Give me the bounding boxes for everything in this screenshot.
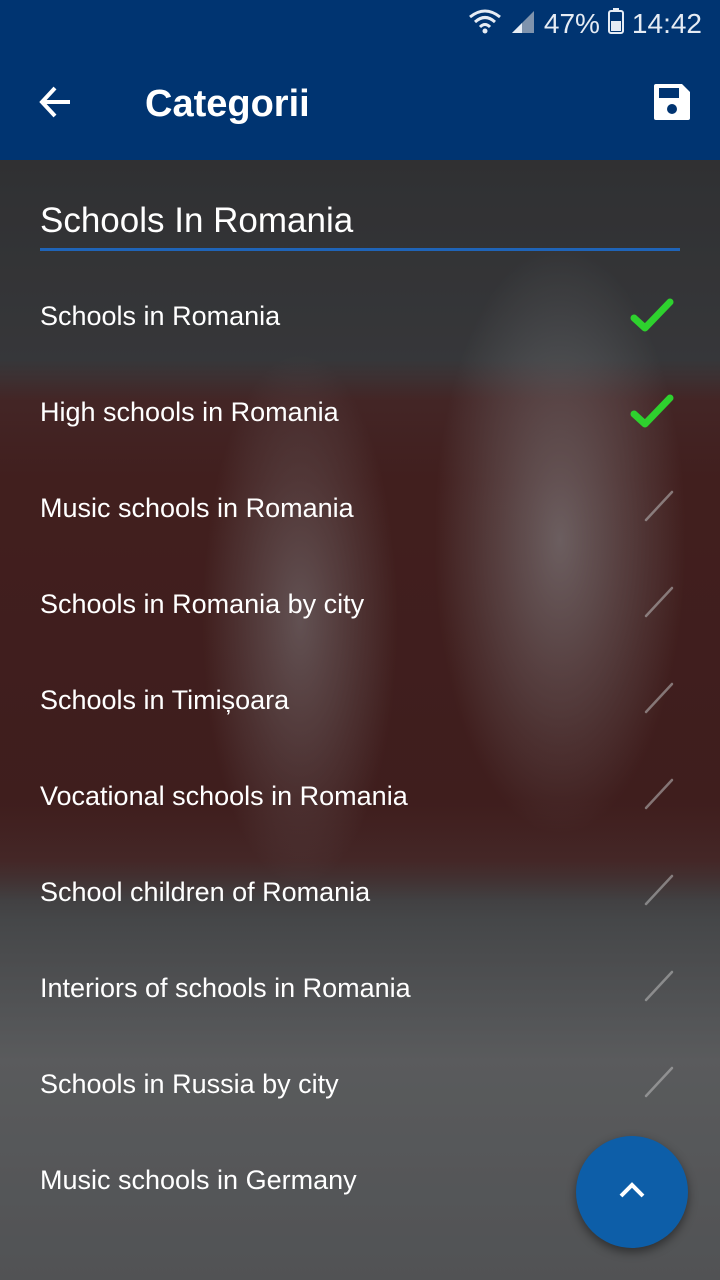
battery-percentage: 47% bbox=[543, 8, 600, 39]
checkmark-checked-icon[interactable] bbox=[628, 292, 676, 340]
category-label: Vocational schools in Romania bbox=[40, 781, 408, 811]
checkmark-unchecked-icon[interactable] bbox=[628, 772, 676, 820]
arrow-left-icon bbox=[38, 84, 74, 125]
status-bar: 47% 14:42 bbox=[0, 0, 720, 48]
category-item[interactable]: Music schools in Romania bbox=[0, 460, 720, 556]
page-title: Categorii bbox=[145, 83, 310, 125]
category-item[interactable]: Schools in Romania bbox=[0, 268, 720, 364]
category-label: Schools in Romania bbox=[40, 301, 281, 331]
category-label: Music schools in Germany bbox=[40, 1165, 357, 1195]
scroll-top-button[interactable] bbox=[576, 1136, 688, 1248]
battery-icon bbox=[607, 7, 624, 42]
floppy-disk-icon bbox=[653, 83, 691, 126]
chevron-up-icon bbox=[617, 1180, 647, 1205]
checkmark-unchecked-icon[interactable] bbox=[628, 580, 676, 628]
category-item[interactable]: Schools in Romania by city bbox=[0, 556, 720, 652]
category-item[interactable]: Schools in Timișoara bbox=[0, 652, 720, 748]
category-label: School children of Romania bbox=[40, 877, 371, 907]
category-label: High schools in Romania bbox=[40, 397, 339, 427]
signal-icon bbox=[510, 7, 536, 42]
search-input[interactable]: Schools In Romania bbox=[40, 198, 680, 244]
clock: 14:42 bbox=[631, 8, 702, 39]
wifi-icon bbox=[468, 7, 502, 42]
category-item[interactable]: Interiors of schools in Romania bbox=[0, 940, 720, 1036]
category-label: Interiors of schools in Romania bbox=[40, 973, 411, 1003]
checkmark-unchecked-icon[interactable] bbox=[628, 676, 676, 724]
status-icons: 47% 14:42 bbox=[468, 6, 702, 42]
category-item[interactable]: High schools in Romania bbox=[0, 364, 720, 460]
category-label: Music schools in Romania bbox=[40, 493, 354, 523]
category-list: Schools in Romania High schools in Romani… bbox=[0, 268, 720, 1228]
checkmark-unchecked-icon[interactable] bbox=[628, 1060, 676, 1108]
category-label: Schools in Romania by city bbox=[40, 589, 365, 619]
checkmark-unchecked-icon[interactable] bbox=[628, 868, 676, 916]
screen: 47% 14:42 Categorii Schools In Romania S… bbox=[0, 0, 720, 1280]
checkmark-unchecked-icon[interactable] bbox=[628, 484, 676, 532]
app-bar: Categorii bbox=[0, 48, 720, 160]
search-underline bbox=[40, 248, 680, 251]
category-item[interactable]: Vocational schools in Romania bbox=[0, 748, 720, 844]
category-label: Schools in Russia by city bbox=[40, 1069, 339, 1099]
category-item[interactable]: School children of Romania bbox=[0, 844, 720, 940]
category-label: Schools in Timișoara bbox=[40, 685, 290, 715]
save-button[interactable] bbox=[646, 78, 698, 130]
back-button[interactable] bbox=[28, 76, 84, 132]
search-field[interactable]: Schools In Romania bbox=[40, 198, 680, 254]
checkmark-unchecked-icon[interactable] bbox=[628, 964, 676, 1012]
checkmark-checked-icon[interactable] bbox=[628, 388, 676, 436]
category-item[interactable]: Schools in Russia by city bbox=[0, 1036, 720, 1132]
